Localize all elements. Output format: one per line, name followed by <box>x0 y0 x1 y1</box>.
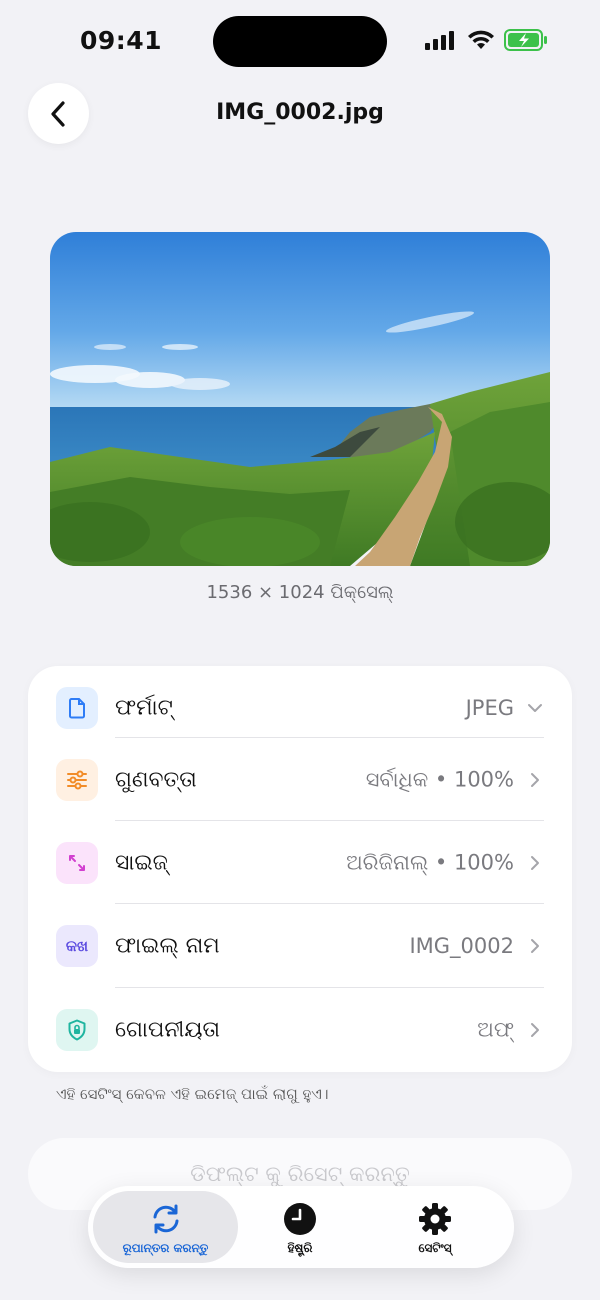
privacy-label: ଗୋପନୀୟତା <box>115 1017 220 1042</box>
filename-label: ଫାଇଲ୍ ନାମ <box>115 933 220 958</box>
privacy-lock-icon <box>56 1008 98 1051</box>
format-value: JPEG <box>465 695 514 720</box>
settings-card: ଫର୍ମାଟ୍ JPEG ଗୁଣବତ୍ତା ସର୍ବାଧିକ • 100% ସା… <box>28 666 572 1072</box>
resize-icon <box>56 841 98 884</box>
quality-value: ସର୍ବାଧିକ • 100% <box>365 767 514 791</box>
chevron-down-icon <box>528 703 542 712</box>
wifi-icon <box>468 30 494 49</box>
size-label: ସାଇଜ୍ <box>115 850 168 875</box>
convert-arrows-icon <box>153 1204 178 1234</box>
chevron-right-icon <box>531 1022 539 1037</box>
page-title: IMG_0002.jpg <box>216 100 384 125</box>
tab-bar: ରୂପାନ୍ତର କରନ୍ତୁ ହିଷ୍ଟ୍ରି ସେଟିଂସ୍ <box>88 1186 514 1268</box>
size-value: ଅରିଜିନାଲ୍ • 100% <box>346 850 514 874</box>
quality-label: ଗୁଣବତ୍ତା <box>115 767 197 792</box>
privacy-value: ଅଫ୍ <box>477 1017 514 1041</box>
chevron-right-icon <box>531 772 539 787</box>
clock-icon <box>284 1203 316 1235</box>
chevron-right-icon <box>531 938 539 953</box>
tab-settings[interactable]: ସେଟିଂସ୍ <box>383 1191 487 1263</box>
tab-history[interactable]: ହିଷ୍ଟ୍ରି <box>248 1191 352 1263</box>
sliders-icon <box>56 758 98 801</box>
settings-note: ଏହି ସେଟିଂସ୍ କେବଳ ଏହି ଇମେଜ୍ ପାଇଁ ଲାଗୁ ହୁଏ… <box>56 1085 329 1103</box>
cellular-signal-icon <box>425 30 457 50</box>
tab-settings-label: ସେଟିଂସ୍ <box>418 1241 452 1255</box>
filename-value: IMG_0002 <box>409 933 514 958</box>
status-time: 09:41 <box>80 26 163 55</box>
quality-row[interactable]: ଗୁଣବତ୍ତା ସର୍ବାଧିକ • 100% <box>28 738 572 821</box>
status-bar: 09:41 <box>0 0 600 84</box>
format-label: ଫର୍ମାଟ୍ <box>115 695 173 720</box>
tab-convert-label: ରୂପାନ୍ତର କରନ୍ତୁ <box>122 1241 209 1255</box>
chevron-right-icon <box>531 855 539 870</box>
text-icon: କଖ <box>56 924 98 967</box>
filename-row[interactable]: କଖ ଫାଇଲ୍ ନାମ IMG_0002 <box>28 904 572 987</box>
image-preview <box>50 232 550 566</box>
battery-charging-icon <box>504 29 547 51</box>
privacy-row[interactable]: ଗୋପନୀୟତା ଅଫ୍ <box>28 988 572 1071</box>
document-icon <box>56 686 98 729</box>
image-dimensions: 1536 × 1024 ପିକ୍ସେଲ୍ <box>206 582 394 603</box>
tab-convert[interactable]: ରୂପାନ୍ତର କରନ୍ତୁ <box>93 1191 238 1263</box>
tab-history-label: ହିଷ୍ଟ୍ରି <box>287 1241 313 1255</box>
dynamic-island <box>213 16 387 67</box>
size-row[interactable]: ସାଇଜ୍ ଅରିଜିନାଲ୍ • 100% <box>28 821 572 904</box>
gear-icon <box>419 1203 451 1235</box>
